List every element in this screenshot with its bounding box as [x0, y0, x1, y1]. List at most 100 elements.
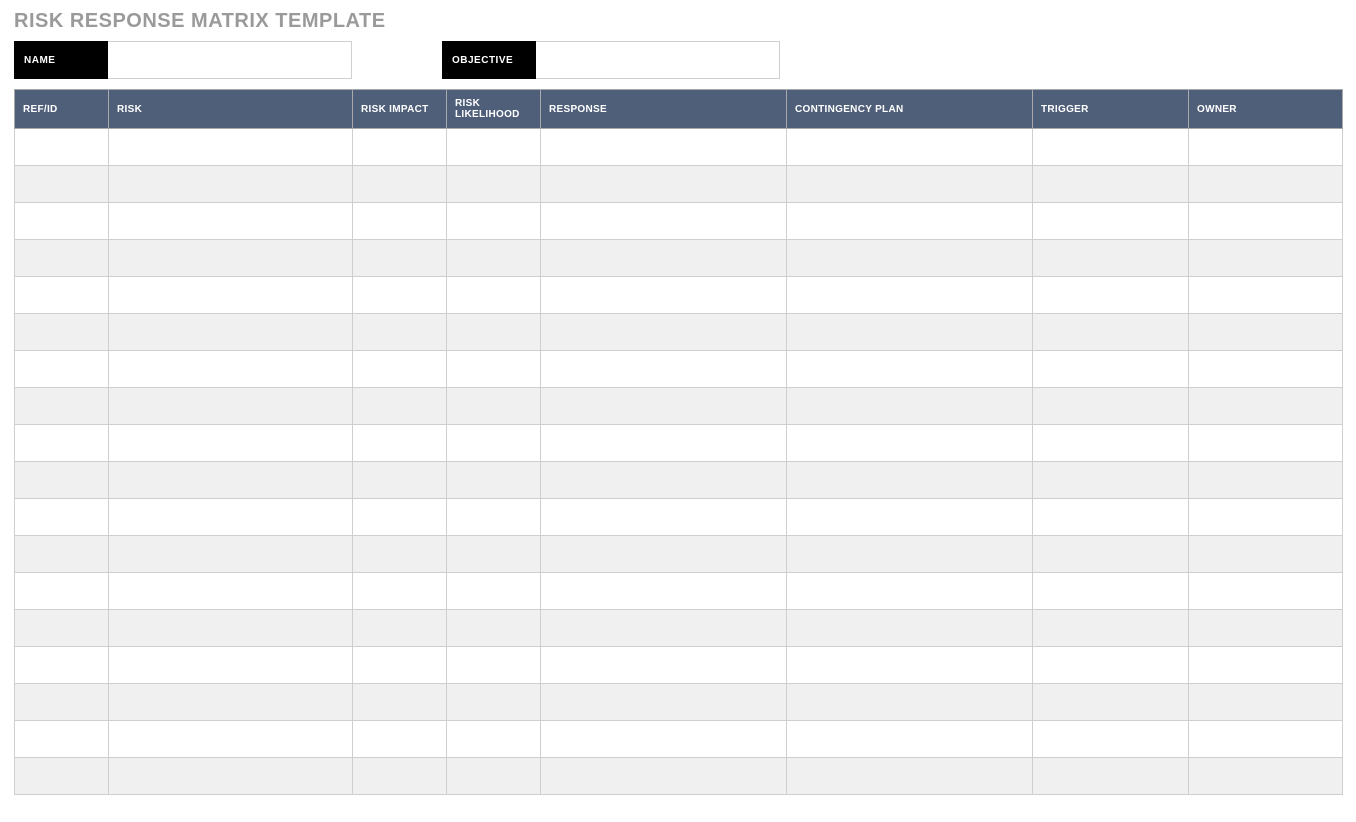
cell-input[interactable] [109, 129, 352, 165]
cell-input[interactable] [447, 536, 540, 572]
cell-input[interactable] [787, 758, 1032, 794]
cell-input[interactable] [353, 610, 446, 646]
cell-input[interactable] [15, 647, 108, 683]
cell-input[interactable] [787, 721, 1032, 757]
name-input[interactable] [108, 41, 352, 79]
cell-input[interactable] [1189, 203, 1342, 239]
cell-input[interactable] [541, 203, 786, 239]
cell-input[interactable] [1189, 388, 1342, 424]
cell-input[interactable] [109, 277, 352, 313]
cell-input[interactable] [353, 573, 446, 609]
cell-input[interactable] [787, 203, 1032, 239]
cell-input[interactable] [15, 425, 108, 461]
cell-input[interactable] [1033, 721, 1188, 757]
cell-input[interactable] [353, 758, 446, 794]
cell-input[interactable] [787, 166, 1032, 202]
cell-input[interactable] [447, 129, 540, 165]
cell-input[interactable] [787, 462, 1032, 498]
cell-input[interactable] [15, 203, 108, 239]
cell-input[interactable] [541, 462, 786, 498]
cell-input[interactable] [15, 462, 108, 498]
cell-input[interactable] [15, 536, 108, 572]
cell-input[interactable] [109, 610, 352, 646]
cell-input[interactable] [541, 240, 786, 276]
cell-input[interactable] [109, 573, 352, 609]
cell-input[interactable] [541, 647, 786, 683]
cell-input[interactable] [447, 351, 540, 387]
cell-input[interactable] [15, 573, 108, 609]
cell-input[interactable] [541, 499, 786, 535]
cell-input[interactable] [1033, 610, 1188, 646]
cell-input[interactable] [353, 203, 446, 239]
cell-input[interactable] [109, 388, 352, 424]
cell-input[interactable] [541, 314, 786, 350]
cell-input[interactable] [447, 277, 540, 313]
cell-input[interactable] [353, 129, 446, 165]
cell-input[interactable] [447, 240, 540, 276]
cell-input[interactable] [109, 684, 352, 720]
cell-input[interactable] [541, 129, 786, 165]
cell-input[interactable] [353, 721, 446, 757]
cell-input[interactable] [1033, 499, 1188, 535]
cell-input[interactable] [353, 166, 446, 202]
cell-input[interactable] [787, 277, 1032, 313]
cell-input[interactable] [447, 610, 540, 646]
cell-input[interactable] [787, 351, 1032, 387]
cell-input[interactable] [541, 388, 786, 424]
cell-input[interactable] [1033, 166, 1188, 202]
cell-input[interactable] [1033, 203, 1188, 239]
cell-input[interactable] [109, 499, 352, 535]
cell-input[interactable] [15, 314, 108, 350]
cell-input[interactable] [541, 684, 786, 720]
cell-input[interactable] [541, 351, 786, 387]
cell-input[interactable] [787, 388, 1032, 424]
cell-input[interactable] [1189, 166, 1342, 202]
cell-input[interactable] [447, 721, 540, 757]
cell-input[interactable] [353, 425, 446, 461]
cell-input[interactable] [447, 425, 540, 461]
cell-input[interactable] [109, 314, 352, 350]
cell-input[interactable] [1033, 388, 1188, 424]
cell-input[interactable] [541, 573, 786, 609]
cell-input[interactable] [109, 351, 352, 387]
cell-input[interactable] [447, 573, 540, 609]
cell-input[interactable] [447, 203, 540, 239]
cell-input[interactable] [541, 721, 786, 757]
cell-input[interactable] [1033, 684, 1188, 720]
cell-input[interactable] [353, 684, 446, 720]
cell-input[interactable] [787, 573, 1032, 609]
cell-input[interactable] [541, 425, 786, 461]
cell-input[interactable] [15, 166, 108, 202]
cell-input[interactable] [15, 388, 108, 424]
cell-input[interactable] [1189, 647, 1342, 683]
cell-input[interactable] [1189, 610, 1342, 646]
cell-input[interactable] [1033, 277, 1188, 313]
cell-input[interactable] [787, 314, 1032, 350]
cell-input[interactable] [15, 277, 108, 313]
cell-input[interactable] [15, 684, 108, 720]
cell-input[interactable] [1033, 314, 1188, 350]
cell-input[interactable] [109, 462, 352, 498]
cell-input[interactable] [447, 462, 540, 498]
cell-input[interactable] [447, 314, 540, 350]
cell-input[interactable] [15, 240, 108, 276]
cell-input[interactable] [447, 684, 540, 720]
cell-input[interactable] [787, 425, 1032, 461]
cell-input[interactable] [109, 721, 352, 757]
cell-input[interactable] [541, 536, 786, 572]
cell-input[interactable] [541, 758, 786, 794]
cell-input[interactable] [787, 240, 1032, 276]
cell-input[interactable] [1033, 351, 1188, 387]
cell-input[interactable] [1033, 462, 1188, 498]
cell-input[interactable] [1189, 758, 1342, 794]
cell-input[interactable] [353, 314, 446, 350]
cell-input[interactable] [1189, 277, 1342, 313]
cell-input[interactable] [447, 647, 540, 683]
cell-input[interactable] [353, 536, 446, 572]
cell-input[interactable] [1189, 240, 1342, 276]
cell-input[interactable] [109, 647, 352, 683]
cell-input[interactable] [1033, 129, 1188, 165]
cell-input[interactable] [353, 277, 446, 313]
cell-input[interactable] [1189, 129, 1342, 165]
cell-input[interactable] [109, 758, 352, 794]
